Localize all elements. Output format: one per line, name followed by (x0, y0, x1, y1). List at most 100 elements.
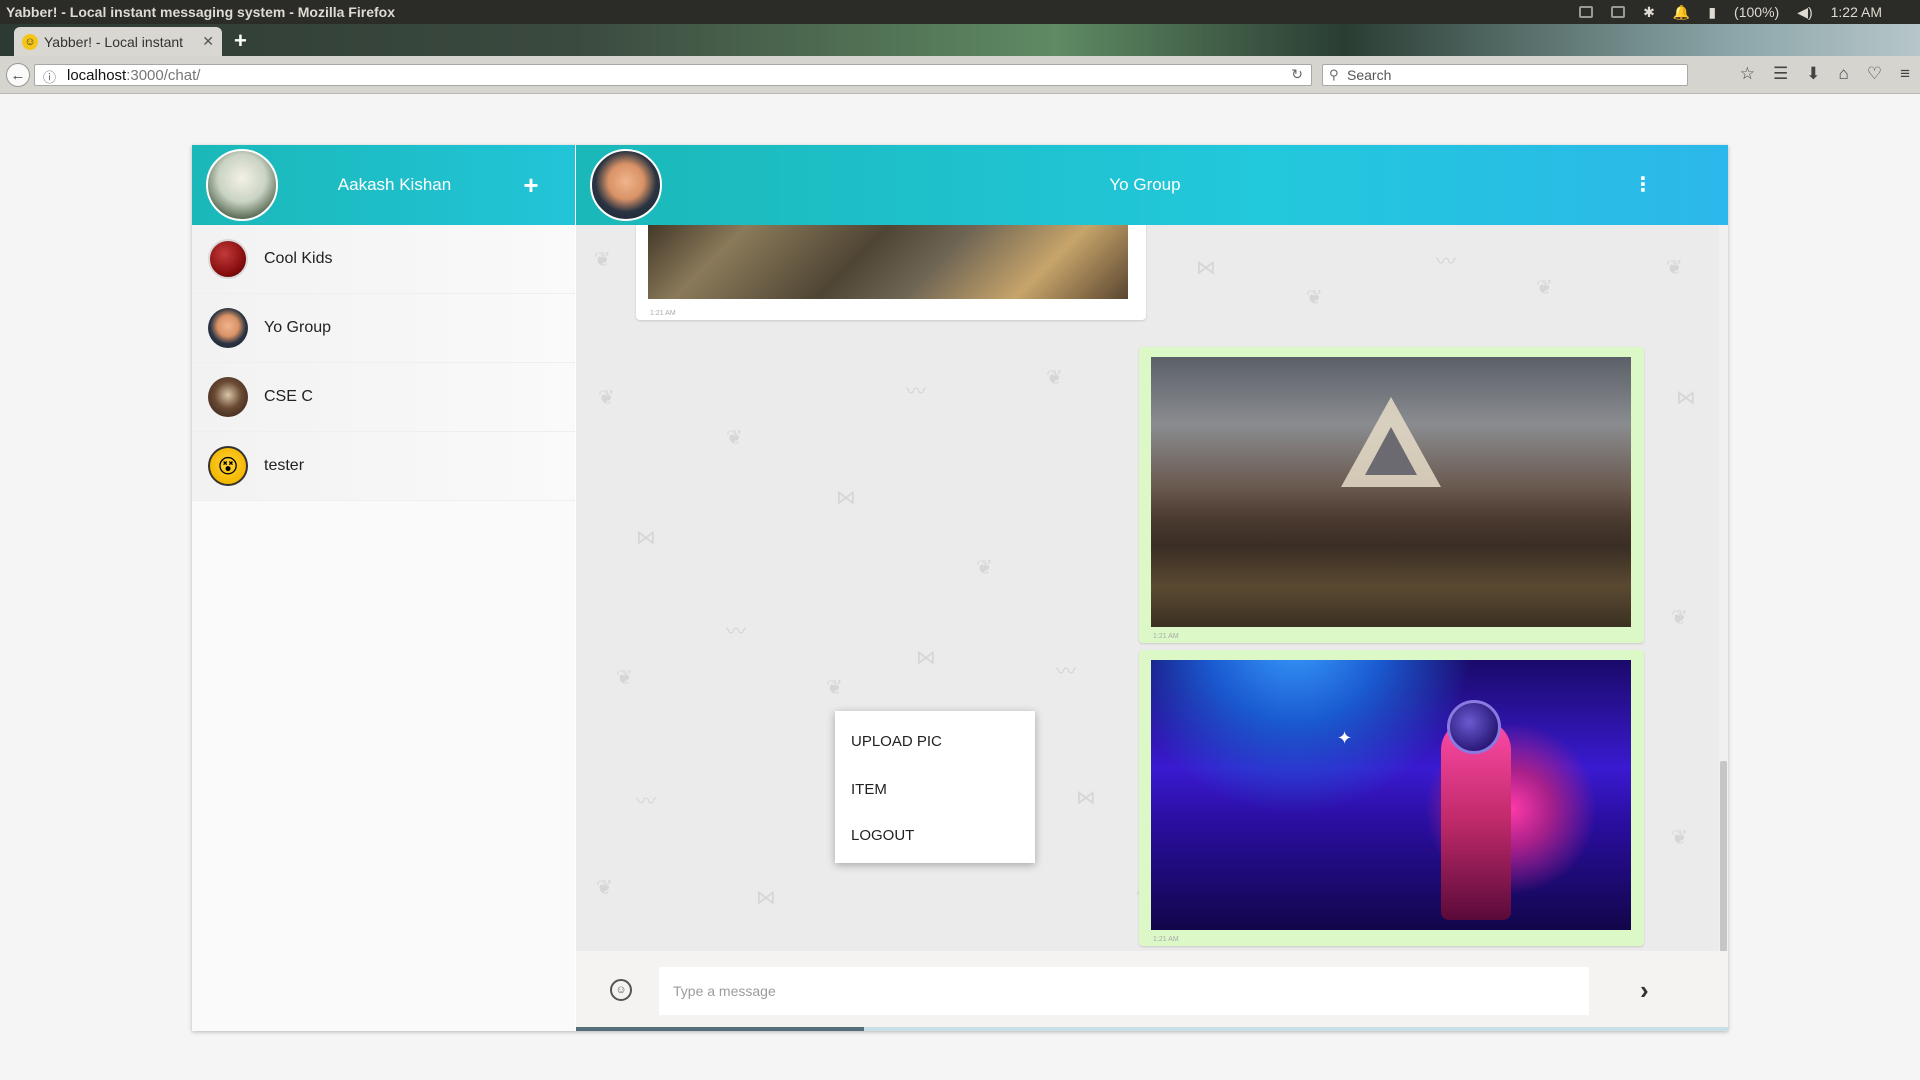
pocket-icon[interactable]: ♡ (1867, 64, 1882, 84)
browser-tab[interactable]: ☺ Yabber! - Local instant ✕ (14, 27, 222, 56)
bookmark-star-icon[interactable]: ☆ (1740, 64, 1755, 84)
message-time: 1:21 AM (650, 310, 676, 317)
upload-progress-fill (576, 1027, 864, 1031)
message-time: 1:21 AM (1153, 936, 1179, 943)
pattern-mustache-icon: 〰 (1436, 251, 1456, 273)
keyboard-icon[interactable] (1611, 6, 1626, 18)
astronaut-helmet-shape (1447, 700, 1501, 754)
send-arrow-icon[interactable]: › (1640, 975, 1649, 1006)
contact-name: Yo Group (264, 319, 332, 336)
screen-icon[interactable] (1579, 6, 1594, 18)
os-title-bar: Yabber! - Local instant messaging system… (0, 0, 1920, 24)
download-icon[interactable]: ⬇ (1806, 64, 1820, 84)
options-dropdown-menu: UPLOAD PIC ITEM LOGOUT (835, 711, 1035, 863)
contact-name: Cool Kids (264, 250, 333, 267)
pattern-leaf-icon: ❦ (826, 677, 843, 699)
star-icon: ✦ (1337, 728, 1353, 748)
bluetooth-icon[interactable]: ✱ (1643, 4, 1655, 21)
tab-title: Yabber! - Local instant (44, 33, 184, 50)
pattern-leaf-icon: ❦ (1671, 607, 1688, 629)
toolbar-icons: ☆ ☰ ⬇ ⌂ ♡ ≡ (1740, 64, 1920, 84)
message-image[interactable]: ✦ (1151, 660, 1631, 930)
hamburger-menu-icon[interactable]: ≡ (1900, 64, 1910, 84)
chat-header: Yo Group ⋮ (576, 145, 1728, 225)
contact-avatar: 😵 (208, 446, 248, 486)
pattern-leaf-icon: ❦ (1306, 287, 1323, 309)
pattern-bow-icon: ⋈ (916, 647, 936, 669)
contact-cool-kids[interactable]: Cool Kids (192, 225, 575, 294)
contact-cse-c[interactable]: CSE C (192, 363, 575, 432)
add-chat-plus-icon[interactable]: + (511, 170, 551, 201)
home-icon[interactable]: ⌂ (1839, 64, 1849, 84)
back-arrow-icon[interactable]: ← (6, 63, 30, 87)
pattern-leaf-icon: ❦ (1536, 277, 1553, 299)
pattern-bow-icon: ⋈ (1196, 257, 1216, 279)
contact-name: CSE C (264, 388, 313, 405)
user-avatar[interactable] (206, 149, 278, 221)
pattern-bow-icon: ⋈ (1676, 387, 1696, 409)
volume-icon[interactable]: ◀) (1797, 4, 1812, 21)
pattern-mustache-icon: 〰 (1056, 661, 1076, 683)
message-bubble[interactable]: 1:21 AM (636, 225, 1146, 320)
emoji-icon[interactable]: ☺ (610, 979, 632, 1001)
system-tray: ✱ 🔔 ▮ (100%) ◀) 1:22 AM (1579, 4, 1920, 21)
sidebar-header: Aakash Kishan + (192, 145, 575, 225)
new-tab-icon[interactable]: + (234, 28, 247, 54)
pattern-leaf-icon: ❦ (726, 427, 743, 449)
pattern-mustache-icon: 〰 (726, 621, 746, 643)
browser-tab-strip: ☺ Yabber! - Local instant ✕ + (0, 24, 1920, 56)
bookmarks-list-icon[interactable]: ☰ (1773, 64, 1788, 84)
pattern-leaf-icon: ❦ (1671, 827, 1688, 849)
pattern-leaf-icon: ❦ (1666, 257, 1683, 279)
pattern-leaf-icon: ❦ (594, 249, 611, 271)
message-input[interactable] (659, 967, 1589, 1015)
message-area[interactable]: ❦ ❦ ⋈ ❦ ⋈ 〰 ❦ ❦ 〰 ❦ ⋈ 〰 ❦ ⋈ ❦ 〰 ⋈ ❦ ⋈ ❦ … (576, 225, 1719, 951)
chat-app: Aakash Kishan + Yo Group ⋮ Cool Kids Yo … (192, 145, 1728, 1031)
menu-item-upload-pic[interactable]: UPLOAD PIC (835, 717, 1035, 765)
user-name: Aakash Kishan (337, 175, 452, 194)
reload-icon[interactable]: ↻ (1291, 66, 1303, 83)
pattern-mustache-icon: 〰 (636, 791, 656, 813)
contact-yo-group[interactable]: Yo Group (192, 294, 575, 363)
battery-icon[interactable]: ▮ (1708, 4, 1716, 21)
pattern-bow-icon: ⋈ (636, 527, 656, 549)
pattern-mustache-icon: 〰 (906, 381, 926, 403)
browser-nav-bar: ← ⓘ localhost:3000/chat/ ↻ ⚲ Search ☆ ☰ … (0, 56, 1920, 94)
pattern-bow-icon: ⋈ (836, 487, 856, 509)
site-info-icon[interactable]: ⓘ (43, 67, 56, 86)
message-time: 1:21 AM (1153, 633, 1179, 640)
contact-name: tester (264, 457, 305, 474)
kebab-menu-icon[interactable]: ⋮ (1628, 175, 1658, 195)
message-bubble[interactable]: ✦ 1:21 AM (1139, 650, 1644, 946)
menu-item-logout[interactable]: LOGOUT (835, 813, 1035, 857)
menu-item-item[interactable]: ITEM (835, 765, 1035, 813)
contact-tester[interactable]: 😵 tester (192, 432, 575, 501)
close-tab-icon[interactable]: ✕ (202, 33, 214, 50)
url-host: localhost (67, 66, 127, 84)
search-icon: ⚲ (1329, 67, 1339, 82)
search-bar[interactable]: ⚲ Search (1322, 64, 1688, 86)
chat-title: Yo Group (1109, 175, 1181, 194)
window-title: Yabber! - Local instant messaging system… (6, 4, 395, 20)
pattern-leaf-icon: ❦ (596, 877, 613, 899)
triangle-logo-inner (1365, 427, 1417, 475)
upload-progress-bar (576, 1027, 1728, 1031)
contact-avatar (208, 377, 248, 417)
search-placeholder: Search (1347, 67, 1392, 83)
favicon-icon: ☺ (22, 33, 38, 50)
pattern-leaf-icon: ❦ (976, 557, 993, 579)
pattern-leaf-icon: ❦ (616, 667, 633, 689)
url-bar[interactable]: ⓘ localhost:3000/chat/ ↻ (34, 64, 1312, 86)
contact-avatar (208, 239, 248, 279)
message-bubble[interactable]: 1:21 AM (1139, 347, 1644, 643)
group-avatar[interactable] (590, 149, 662, 221)
pattern-leaf-icon: ❦ (1046, 367, 1063, 389)
notification-icon[interactable]: 🔔 (1673, 4, 1690, 21)
url-path: :3000/chat/ (126, 66, 201, 84)
pattern-bow-icon: ⋈ (1076, 787, 1096, 809)
message-scrollbar[interactable] (1719, 225, 1728, 991)
message-image[interactable] (1151, 357, 1631, 627)
message-image[interactable] (648, 225, 1128, 299)
battery-percent: (100%) (1734, 4, 1780, 20)
clock[interactable]: 1:22 AM (1831, 4, 1882, 20)
